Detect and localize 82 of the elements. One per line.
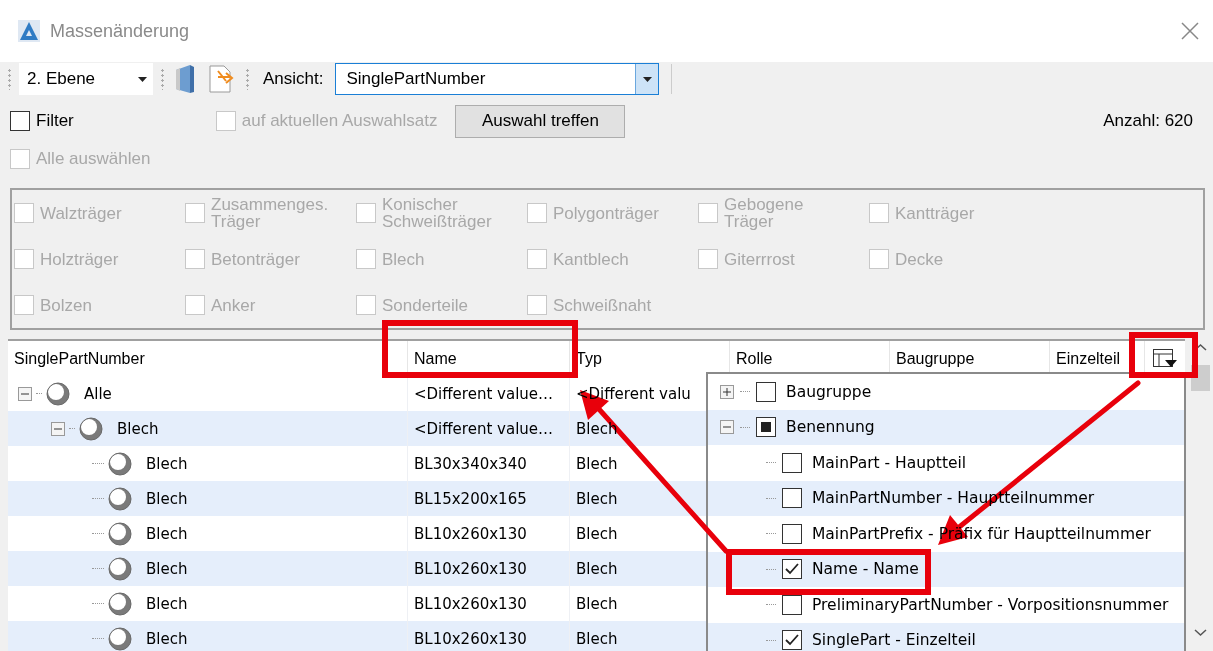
checkbox-label: Polygonträger <box>553 204 659 222</box>
sphere-icon <box>108 626 132 651</box>
window-title: Massenänderung <box>50 20 191 42</box>
count-label: Anzahl: 620 <box>1103 111 1193 131</box>
checkbox[interactable] <box>782 630 802 651</box>
table-cell: <Different value… <box>414 384 554 403</box>
checkbox[interactable] <box>782 488 802 509</box>
table-cell: BL30x340x340 <box>414 454 527 473</box>
column-option-label[interactable]: Name - Name <box>812 560 919 579</box>
table-cell: BL15x200x165 <box>414 489 527 508</box>
select-button[interactable]: Auswahl treffen <box>455 104 626 138</box>
tree-item-label[interactable]: Blech <box>146 629 188 648</box>
checkbox-label: Zusammenges. Träger <box>211 196 329 230</box>
checkbox[interactable] <box>756 381 776 402</box>
app-logo-icon <box>18 20 40 42</box>
column-chooser-icon[interactable] <box>1152 347 1178 370</box>
table-cell: BL10x260x130 <box>414 524 527 543</box>
checkbox-label: Kantträger <box>895 204 975 222</box>
sphere-icon <box>108 591 132 616</box>
sphere-icon <box>108 556 132 581</box>
sphere-icon <box>46 381 70 406</box>
checkbox-label: Walzträger <box>40 204 122 222</box>
table-cell: BL10x260x130 <box>414 559 527 578</box>
collapse-icon[interactable] <box>51 421 65 436</box>
column-option-label[interactable]: Benennung <box>786 418 875 437</box>
checkbox-label: Alle auswählen <box>36 149 151 169</box>
checkbox[interactable] <box>782 523 802 544</box>
checkbox[interactable] <box>782 594 802 615</box>
table-cell: Blech <box>576 559 618 578</box>
table-cell: BL10x260x130 <box>414 594 527 613</box>
checkbox[interactable] <box>782 559 802 580</box>
table-cell: BL10x260x130 <box>414 629 527 648</box>
table-cell: Blech <box>576 524 618 543</box>
sphere-icon <box>108 521 132 546</box>
checkbox-label: Bolzen <box>40 296 92 314</box>
checkbox-label: Kantblech <box>553 250 629 268</box>
tree-item-label[interactable]: Blech <box>146 559 188 578</box>
sphere-icon <box>108 451 132 476</box>
table-cell: Blech <box>576 594 618 613</box>
checkbox-label: Gebogene Träger <box>724 196 804 230</box>
table-cell: <Different value… <box>414 419 554 438</box>
checkbox-label: Filter <box>36 111 74 131</box>
view-dropdown[interactable]: SinglePartNumber <box>335 63 660 95</box>
checkbox-label: Giterrrost <box>724 250 795 268</box>
highlight-frame <box>1129 332 1198 378</box>
column-option-label[interactable]: PreliminaryPartNumber - Vorpositionsnummer <box>812 595 1169 614</box>
checkbox[interactable] <box>756 417 776 438</box>
column-header[interactable]: Name <box>408 341 570 376</box>
view-label: Ansicht: <box>263 69 324 89</box>
checkbox-label: Blech <box>382 250 425 268</box>
tree-item-label[interactable]: Alle <box>84 384 112 403</box>
table-cell: Blech <box>576 454 618 473</box>
checkbox-label: auf aktuellen Auswahlsatz <box>241 111 438 131</box>
checkbox-label: Anker <box>211 296 256 314</box>
table-cell: Blech <box>576 489 618 508</box>
checkbox-label: Konischer Schweißträger <box>382 196 492 230</box>
collapse-icon[interactable] <box>18 386 32 401</box>
table-cell: Blech <box>576 419 618 438</box>
close-icon[interactable] <box>1181 22 1199 40</box>
level-dropdown[interactable]: 2. Ebene <box>19 63 153 95</box>
checkbox-label: Schweißnaht <box>553 296 652 314</box>
tree-item-label[interactable]: Blech <box>117 419 159 438</box>
sphere-icon <box>108 486 132 511</box>
tree-item-label[interactable]: Blech <box>146 524 188 543</box>
tree-item-label[interactable]: Blech <box>146 594 188 613</box>
caret-icon <box>643 76 652 82</box>
column-header[interactable]: SinglePartNumber <box>8 341 408 376</box>
checkbox-label: Sonderteile <box>382 296 468 314</box>
column-option-label[interactable]: MainPart - Hauptteil <box>812 453 967 472</box>
checkbox-label: Betonträger <box>211 250 300 268</box>
sphere-icon <box>79 416 103 441</box>
column-option-label[interactable]: Baugruppe <box>786 382 872 401</box>
tree-item-label[interactable]: Blech <box>146 454 188 473</box>
collapse-icon[interactable] <box>720 420 734 435</box>
checkbox-label: Decke <box>895 250 944 268</box>
checkbox[interactable] <box>782 452 802 473</box>
expand-icon[interactable] <box>720 384 734 399</box>
checkbox-label: Holzträger <box>40 250 119 268</box>
tree-item-label[interactable]: Blech <box>146 489 188 508</box>
checkbox[interactable] <box>10 111 30 131</box>
table-cell: Blech <box>576 629 618 648</box>
caret-icon <box>138 76 147 82</box>
